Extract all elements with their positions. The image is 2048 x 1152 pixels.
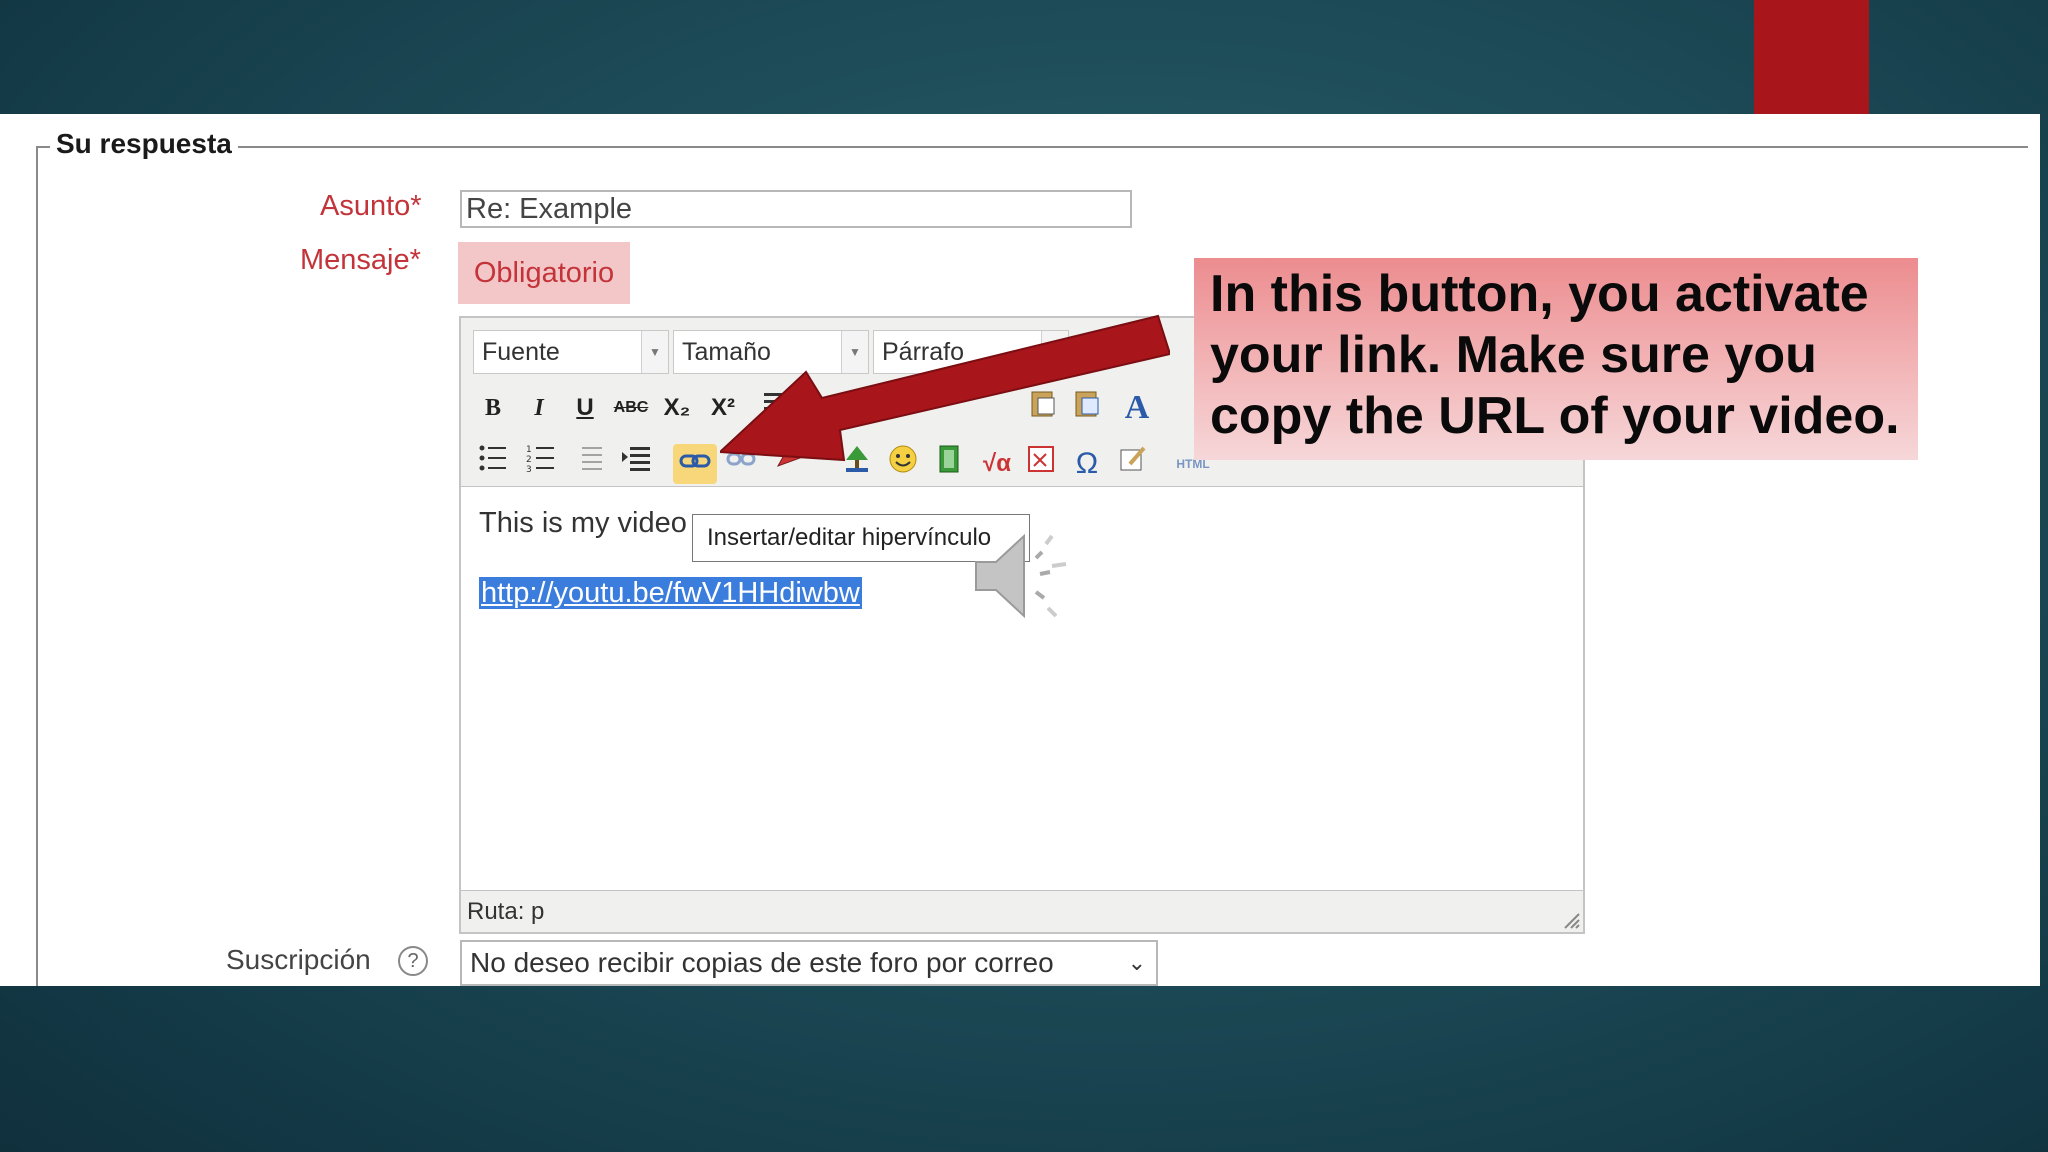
underline-button[interactable]: U [565,388,605,428]
link-icon[interactable] [673,444,717,484]
subscription-select[interactable]: No deseo recibir copias de este foro por… [460,940,1158,986]
fieldset-border-left [36,146,38,986]
message-label-text: Mensaje [300,244,410,276]
required-star: * [410,190,422,222]
slide-accent-tab [1754,0,1869,114]
editor-text-line: This is my video [479,507,687,539]
subscription-select-value: No deseo recibir copias de este foro por… [470,947,1054,978]
outdent-icon[interactable] [569,444,609,484]
resize-handle-icon[interactable] [1561,910,1581,930]
selected-link-text[interactable]: http://youtu.be/fwV1HHdiwbw [479,577,862,609]
strikethrough-button[interactable]: ABC [611,388,651,428]
bullet-list-icon[interactable] [473,444,513,484]
message-label: Mensaje* [300,244,421,277]
bold-button[interactable]: B [473,388,513,428]
fieldset-legend: Su respuesta [50,128,238,160]
svg-text:3: 3 [526,465,532,472]
arrow-icon [720,314,1170,462]
callout-text: In this button, you activate your link. … [1210,265,1900,445]
italic-button[interactable]: I [519,388,559,428]
svg-text:1: 1 [526,445,532,455]
chevron-down-icon: ⌄ [1127,950,1146,975]
required-star: * [409,244,421,276]
numbered-list-icon[interactable]: 123 [521,444,561,484]
annotation-callout: In this button, you activate your link. … [1194,258,1918,460]
chevron-down-icon: ▼ [641,331,668,373]
editor-link-line: http://youtu.be/fwV1HHdiwbw [479,577,862,610]
subject-label: Asunto* [320,190,422,223]
svg-text:2: 2 [526,455,532,465]
help-icon[interactable]: ? [398,946,428,976]
subject-input[interactable]: Re: Example [460,190,1132,228]
subscription-label: Suscripción [226,944,371,975]
speaker-icon[interactable] [970,528,1076,624]
indent-icon[interactable] [617,444,657,484]
subject-label-text: Asunto [320,190,411,222]
required-badge: Obligatorio [458,242,630,304]
editor-path-bar: Ruta: p [461,890,1583,932]
font-select[interactable]: Fuente ▼ [473,330,669,374]
subscript-button[interactable]: X₂ [657,388,697,428]
font-select-value: Fuente [482,338,560,366]
fieldset-border-top [38,146,2028,148]
